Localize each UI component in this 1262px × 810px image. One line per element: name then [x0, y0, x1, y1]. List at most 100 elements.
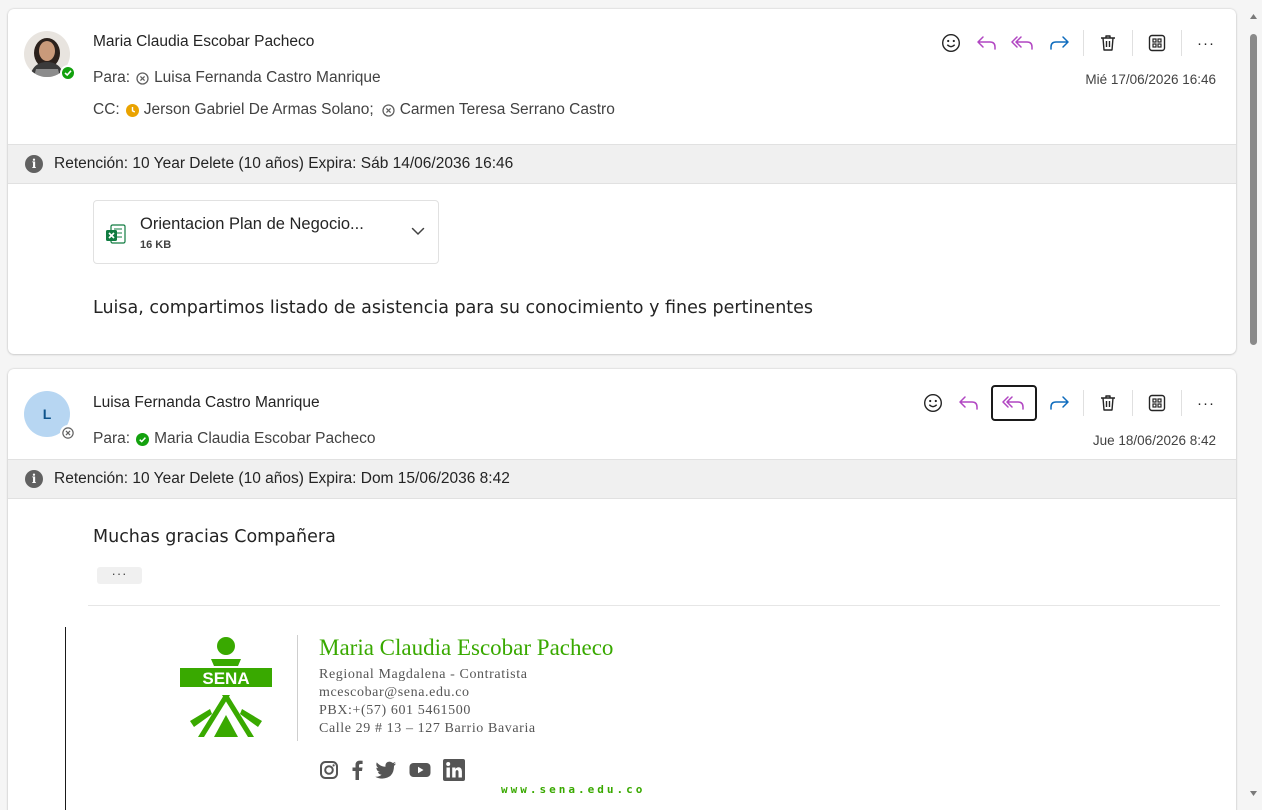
reply-icon [977, 36, 996, 50]
apps-button[interactable] [1139, 25, 1175, 61]
cc-label: CC: [93, 101, 120, 118]
toolbar-divider [1132, 390, 1133, 416]
signature-website[interactable]: www.sena.edu.co [501, 783, 645, 796]
recipient[interactable]: Luisa Fernanda Castro Manrique [136, 69, 381, 87]
excel-file-icon [106, 224, 126, 244]
avatar-initial: L [42, 406, 52, 422]
message-date: Jue 18/06/2026 8:42 [1092, 433, 1216, 448]
sender-avatar[interactable]: L [24, 391, 76, 443]
retention-banner: i Retención: 10 Year Delete (10 años) Ex… [8, 459, 1236, 499]
social-links [319, 759, 465, 781]
cc-recipient[interactable]: Jerson Gabriel De Armas Solano; [125, 101, 374, 119]
signature-phone: PBX:+(57) 601 5461500 [319, 703, 471, 718]
forward-icon [1050, 36, 1069, 50]
toolbar-divider [1132, 30, 1133, 56]
message-card-1: Maria Claudia Escobar Pacheco Para: Luis… [8, 9, 1236, 354]
scrollbar-thumb[interactable] [1250, 34, 1257, 345]
cc-line: CC: Jerson Gabriel De Armas Solano; Carm… [93, 101, 615, 119]
divider [88, 605, 1220, 606]
scroll-up-arrow-icon[interactable] [1245, 8, 1262, 25]
signature-divider [297, 635, 298, 741]
email-signature: SENA Maria Claudia Escobar Pacheco Regio… [178, 633, 718, 810]
reply-all-icon [1011, 36, 1033, 50]
to-line: Para: Maria Claudia Escobar Pacheco [93, 430, 375, 448]
youtube-icon[interactable] [409, 762, 431, 778]
emoji-react-icon [923, 393, 943, 413]
vertical-scrollbar[interactable] [1245, 0, 1262, 810]
signature-role: Regional Magdalena - Contratista [319, 667, 528, 682]
to-label: Para: [93, 430, 131, 447]
more-actions-button[interactable]: ··· [1188, 25, 1224, 61]
more-actions-button[interactable]: ··· [1188, 385, 1224, 421]
cc-recipient[interactable]: Carmen Teresa Serrano Castro [382, 101, 615, 119]
reply-button[interactable] [969, 25, 1005, 61]
presence-available-icon [136, 432, 150, 446]
toolbar-divider [1083, 390, 1084, 416]
presence-available-icon [60, 65, 76, 81]
presence-away-icon [125, 103, 139, 117]
logo-text: SENA [202, 669, 249, 688]
chevron-down-icon[interactable] [410, 223, 426, 239]
info-icon: i [25, 470, 43, 488]
recipient-name: Maria Claudia Escobar Pacheco [154, 430, 376, 447]
to-line: Para: Luisa Fernanda Castro Manrique [93, 69, 381, 87]
presence-offline-icon [136, 71, 149, 85]
apps-button[interactable] [1139, 385, 1175, 421]
apps-icon [1148, 394, 1166, 412]
reply-button[interactable] [951, 385, 987, 421]
reply-all-button[interactable] [1005, 25, 1041, 61]
signature-email[interactable]: mcescobar@sena.edu.co [319, 685, 470, 701]
emoji-react-button[interactable] [915, 385, 951, 421]
to-label: Para: [93, 69, 131, 86]
message-toolbar: ··· [915, 385, 1224, 421]
forward-icon [1050, 396, 1069, 410]
retention-text: Retención: 10 Year Delete (10 años) Expi… [54, 470, 510, 487]
message-body: Muchas gracias Compañera [93, 527, 336, 547]
retention-text: Retención: 10 Year Delete (10 años) Expi… [54, 155, 514, 172]
recipient-name: Luisa Fernanda Castro Manrique [154, 69, 381, 86]
retention-banner: i Retención: 10 Year Delete (10 años) Ex… [8, 144, 1236, 184]
apps-icon [1148, 34, 1166, 52]
emoji-react-button[interactable] [933, 25, 969, 61]
signature-address: Calle 29 # 13 – 127 Barrio Bavaria [319, 721, 536, 736]
presence-offline-icon [60, 425, 76, 441]
signature-name: Maria Claudia Escobar Pacheco [319, 635, 614, 660]
toolbar-divider [1181, 30, 1182, 56]
facebook-icon[interactable] [351, 760, 363, 780]
reply-all-icon [1002, 396, 1024, 410]
reply-all-button[interactable] [991, 385, 1037, 421]
delete-button[interactable] [1090, 25, 1126, 61]
attachment-size: 16 KB [140, 239, 172, 251]
scroll-down-arrow-icon[interactable] [1245, 785, 1262, 802]
quote-bar [65, 627, 66, 810]
attachment-card[interactable]: Orientacion Plan de Negocio... 16 KB [93, 200, 439, 264]
toolbar-divider [1083, 30, 1084, 56]
forward-button[interactable] [1041, 25, 1077, 61]
forward-button[interactable] [1041, 385, 1077, 421]
message-card-2: L Luisa Fernanda Castro Manrique Para: M… [8, 369, 1236, 810]
sender-name[interactable]: Luisa Fernanda Castro Manrique [93, 394, 320, 412]
message-toolbar: ··· [933, 25, 1224, 61]
attachment-name: Orientacion Plan de Negocio... [140, 215, 364, 233]
emoji-react-icon [941, 33, 961, 53]
info-icon: i [25, 155, 43, 173]
delete-icon [1101, 35, 1115, 51]
delete-icon [1101, 395, 1115, 411]
message-body: Luisa, compartimos listado de asistencia… [93, 298, 814, 318]
reply-icon [959, 396, 978, 410]
sender-avatar[interactable] [24, 31, 76, 83]
sender-name[interactable]: Maria Claudia Escobar Pacheco [93, 33, 314, 51]
message-date: Mié 17/06/2026 16:46 [1085, 72, 1216, 87]
recipient[interactable]: Maria Claudia Escobar Pacheco [136, 430, 375, 448]
cc-recipient-name: Jerson Gabriel De Armas Solano; [143, 101, 374, 118]
instagram-icon[interactable] [319, 760, 339, 780]
more-icon: ··· [1197, 394, 1215, 412]
more-icon: ··· [1197, 34, 1215, 52]
presence-offline-icon [382, 103, 395, 117]
toolbar-divider [1181, 390, 1182, 416]
sena-logo: SENA [180, 637, 272, 737]
twitter-icon[interactable] [375, 761, 397, 779]
linkedin-icon[interactable] [443, 759, 465, 781]
delete-button[interactable] [1090, 385, 1126, 421]
show-quoted-text-button[interactable]: ··· [97, 567, 142, 584]
